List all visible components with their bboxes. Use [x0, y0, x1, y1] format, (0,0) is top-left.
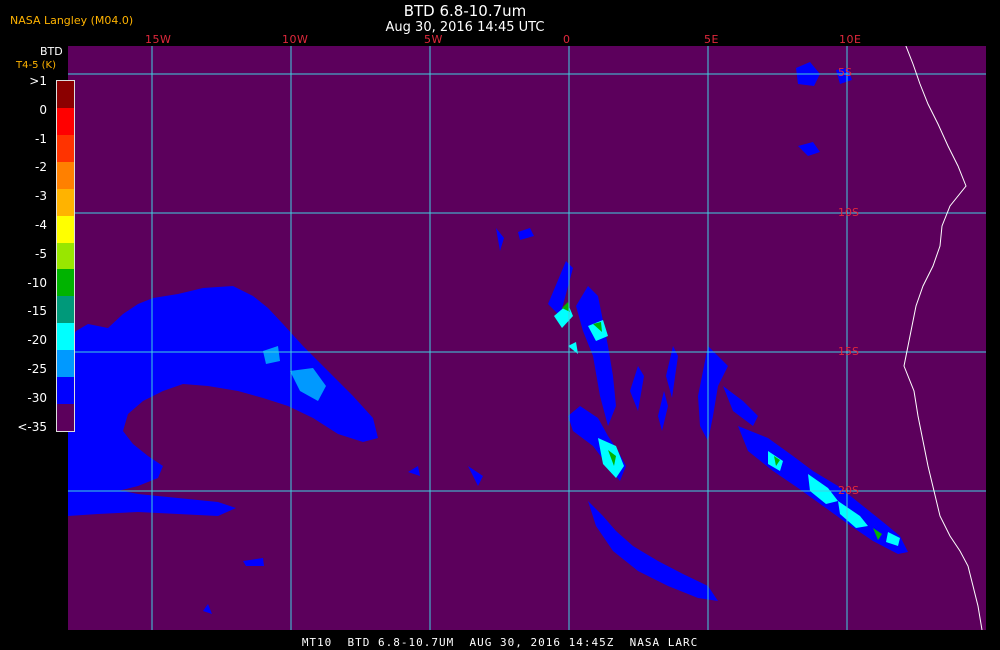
product-title: BTD 6.8-10.7um [403, 2, 527, 20]
cloud-region-west [68, 286, 378, 501]
color-swatch [57, 215, 74, 243]
color-scale-tick-label: -30 [27, 390, 47, 405]
color-scale [56, 80, 75, 432]
color-scale-tick-label: <-35 [17, 419, 47, 434]
color-scale-tick-label: -5 [35, 246, 47, 261]
color-scale-tick-label: -3 [35, 189, 47, 204]
color-swatch [57, 323, 74, 351]
color-swatch [57, 188, 74, 216]
satellite-map[interactable] [68, 46, 986, 630]
color-scale-tick-label: -2 [35, 160, 47, 175]
color-swatch [57, 161, 74, 189]
color-swatch [57, 296, 74, 324]
color-scale-tick-label: -4 [35, 218, 47, 232]
lat-label-10s: 10S [838, 206, 859, 219]
color-swatch [57, 377, 74, 405]
color-swatch [57, 81, 74, 108]
color-scale-tick-label: -10 [27, 275, 47, 290]
lon-label-10w: 10W [282, 33, 309, 46]
color-swatch [57, 134, 74, 162]
lon-label-10e: 10E [839, 33, 862, 46]
legend-title: BTD [40, 45, 63, 58]
timestamp: Aug 30, 2016 14:45 UTC [385, 20, 545, 35]
legend-units: T4-5 (K) [16, 60, 56, 71]
color-scale-tick-label: -15 [27, 304, 47, 319]
cloud-streaks-center [203, 62, 908, 614]
lat-label-20s: 20S [838, 484, 859, 497]
map-imagery [68, 46, 986, 630]
footer-caption: MT10 BTD 6.8-10.7UM AUG 30, 2016 14:45Z … [301, 636, 699, 649]
color-swatch [57, 242, 74, 270]
lon-label-0: 0 [563, 33, 571, 46]
color-scale-tick-label: -25 [27, 362, 47, 376]
color-scale-tick-label: -1 [35, 131, 47, 146]
agency-label: NASA Langley (M04.0) [10, 14, 134, 27]
lat-label-15s: 15S [838, 345, 859, 358]
color-scale-tick-label: -20 [27, 333, 47, 348]
color-swatch [57, 269, 74, 297]
color-swatch [57, 107, 74, 135]
lon-label-15w: 15W [145, 33, 172, 46]
color-scale-tick-label: 0 [39, 102, 47, 117]
lon-label-5w: 5W [424, 33, 443, 46]
color-swatch [57, 350, 74, 378]
lon-label-5e: 5E [704, 33, 719, 46]
color-scale-tick-label: >1 [29, 74, 47, 88]
lat-label-5s: 5S [838, 66, 852, 79]
color-swatch [57, 404, 74, 431]
